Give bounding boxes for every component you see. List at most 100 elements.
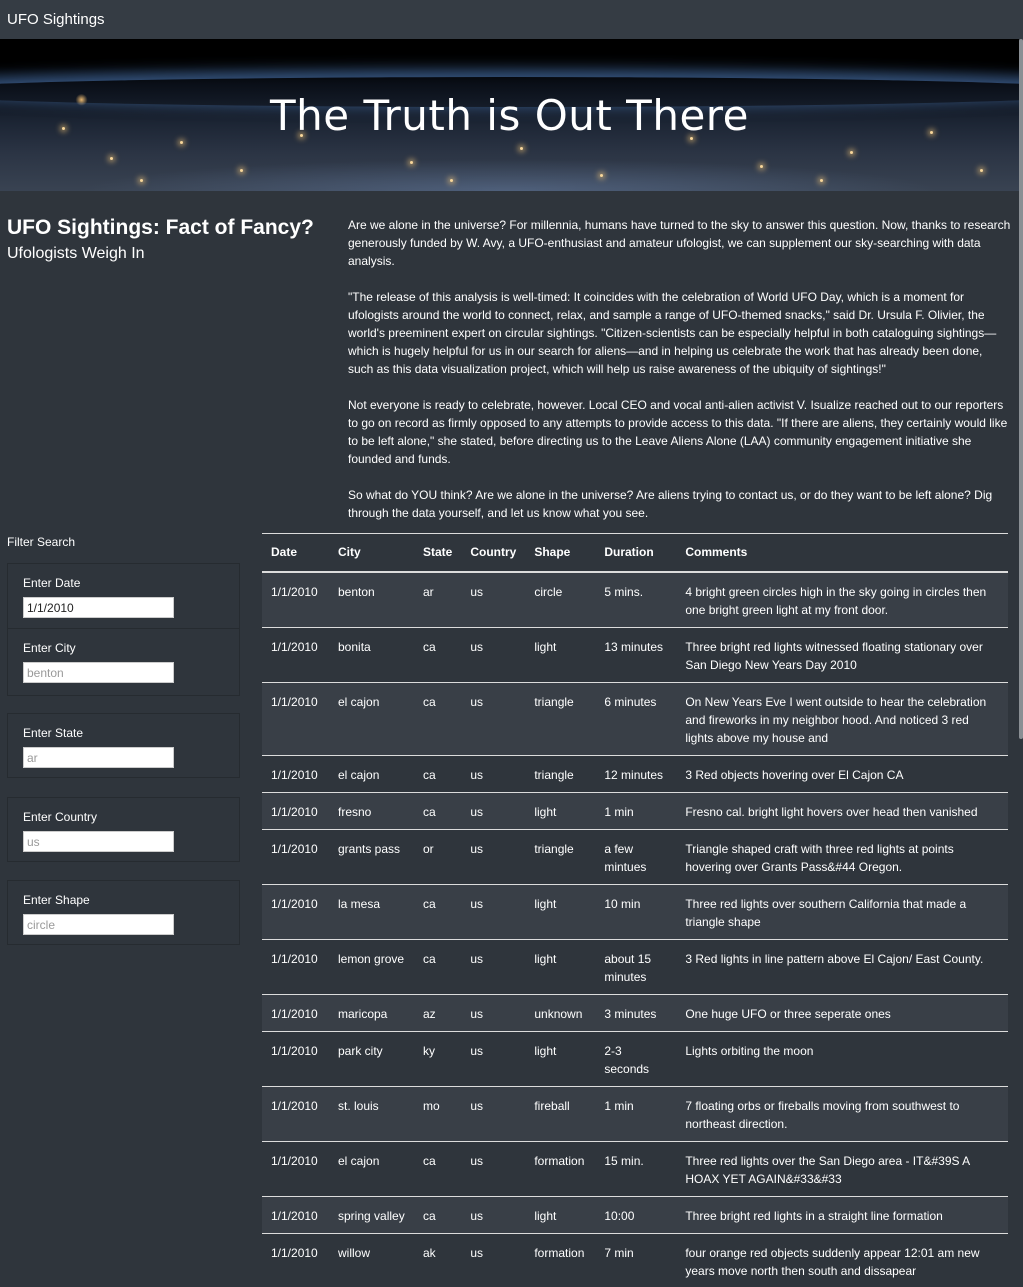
cell-city: park city xyxy=(329,1030,414,1086)
sidebar-heading: UFO Sightings: Fact of Fancy? Ufologists… xyxy=(7,214,327,263)
hero-title: The Truth is Out There xyxy=(270,91,749,140)
cell-shape: light xyxy=(525,791,596,829)
cell-country: us xyxy=(461,754,526,792)
cell-date: 1/1/2010 xyxy=(262,828,329,884)
cell-duration: 15 min. xyxy=(595,1140,677,1196)
cell-country: us xyxy=(461,681,526,755)
cell-date: 1/1/2010 xyxy=(262,571,329,627)
state-filter-input[interactable] xyxy=(23,747,174,768)
shape-filter-input[interactable] xyxy=(23,914,174,935)
cell-comments: Triangle shaped craft with three red lig… xyxy=(676,828,1008,884)
cell-shape: light xyxy=(525,1030,596,1086)
cell-shape: light xyxy=(525,1195,596,1233)
country-filter-label: Enter Country xyxy=(23,810,98,824)
cell-comments: One huge UFO or three seperate ones xyxy=(676,993,1008,1031)
cell-duration: 10 min xyxy=(595,883,677,939)
cell-state: ky xyxy=(414,1030,462,1086)
cell-comments: Three red lights over southern Californi… xyxy=(676,883,1008,939)
cell-country: us xyxy=(461,571,526,627)
cell-country: us xyxy=(461,1085,526,1141)
cell-city: el cajon xyxy=(329,754,414,792)
table-row: 1/1/2010 park city ky us light 2-3 seconds Lig… xyxy=(262,1030,1008,1086)
cell-state: ak xyxy=(414,1232,462,1287)
article-paragraph: Are we alone in the universe? For millen… xyxy=(348,218,1011,268)
cell-city: maricopa xyxy=(329,993,414,1031)
cell-date: 1/1/2010 xyxy=(262,791,329,829)
cell-state: ca xyxy=(414,754,462,792)
filter-group-date-city: Enter Date Enter City xyxy=(7,563,240,696)
article-paragraph: "The release of this analysis is well-ti… xyxy=(348,290,997,376)
cell-shape: triangle xyxy=(525,828,596,884)
cell-state: ca xyxy=(414,681,462,755)
cell-duration: 3 minutes xyxy=(595,993,677,1031)
cell-comments: four orange red objects suddenly appear … xyxy=(676,1232,1008,1287)
table-row: 1/1/2010 el cajon ca us triangle 6 minutes On … xyxy=(262,681,1008,755)
table-row: 1/1/2010 la mesa ca us light 10 min Three red … xyxy=(262,883,1008,939)
cell-comments: 3 Red objects hovering over El Cajon CA xyxy=(676,754,1008,792)
cell-shape: triangle xyxy=(525,681,596,755)
cell-city: el cajon xyxy=(329,1140,414,1196)
cell-duration: 2-3 seconds xyxy=(595,1030,677,1086)
table-row: 1/1/2010 maricopa az us unknown 3 minutes One … xyxy=(262,993,1008,1031)
column-header-city: City xyxy=(329,533,414,573)
cell-comments: Fresno cal. bright light hovers over hea… xyxy=(676,791,1008,829)
cell-comments: 3 Red lights in line pattern above El Ca… xyxy=(676,938,1008,994)
state-filter-label: Enter State xyxy=(23,726,84,740)
cell-date: 1/1/2010 xyxy=(262,1232,329,1287)
cell-duration: a few mintues xyxy=(595,828,677,884)
filter-group-state: Enter State xyxy=(7,713,240,778)
cell-city: la mesa xyxy=(329,883,414,939)
cell-date: 1/1/2010 xyxy=(262,1195,329,1233)
cell-state: or xyxy=(414,828,462,884)
table-row: 1/1/2010 spring valley ca us light 10:00 Three… xyxy=(262,1195,1008,1233)
country-filter-input[interactable] xyxy=(23,831,174,852)
cell-state: mo xyxy=(414,1085,462,1141)
cell-city: fresno xyxy=(329,791,414,829)
table-row: 1/1/2010 benton ar us circle 5 mins. 4 bright … xyxy=(262,571,1008,627)
table-row: 1/1/2010 el cajon ca us formation 15 min. Thre… xyxy=(262,1140,1008,1196)
cell-comments: 7 floating orbs or fireballs moving from… xyxy=(676,1085,1008,1141)
date-filter-input[interactable] xyxy=(23,597,174,618)
cell-duration: 6 minutes xyxy=(595,681,677,755)
cell-date: 1/1/2010 xyxy=(262,938,329,994)
cell-duration: 12 minutes xyxy=(595,754,677,792)
cell-city: bonita xyxy=(329,626,414,682)
cell-duration: 10:00 xyxy=(595,1195,677,1233)
cell-city: el cajon xyxy=(329,681,414,755)
cell-comments: Three bright red lights witnessed floati… xyxy=(676,626,1008,682)
cell-duration: 1 min xyxy=(595,1085,677,1141)
table-row: 1/1/2010 bonita ca us light 13 minutes Three b… xyxy=(262,626,1008,682)
cell-state: ca xyxy=(414,938,462,994)
column-header-date: Date xyxy=(262,533,329,573)
article-paragraph: So what do YOU think? Are we alone in th… xyxy=(348,488,993,520)
cell-shape: light xyxy=(525,938,596,994)
cell-country: us xyxy=(461,883,526,939)
cell-shape: triangle xyxy=(525,754,596,792)
table-header-row: Date City State Country Shape Duration C… xyxy=(262,533,1008,573)
cell-country: us xyxy=(461,791,526,829)
table-row: 1/1/2010 lemon grove ca us light about 15 min… xyxy=(262,938,1008,994)
article-body: Are we alone in the universe? For millen… xyxy=(348,216,1011,540)
city-filter-label: Enter City xyxy=(23,641,76,655)
cell-date: 1/1/2010 xyxy=(262,681,329,755)
cell-comments: 4 bright green circles high in the sky g… xyxy=(676,571,1008,627)
filter-group-country: Enter Country xyxy=(7,797,240,862)
table-row: 1/1/2010 willow ak us formation 7 min four ora… xyxy=(262,1232,1008,1287)
city-filter-input[interactable] xyxy=(23,662,174,683)
cell-comments: Lights orbiting the moon xyxy=(676,1030,1008,1086)
cell-comments: Three red lights over the San Diego area… xyxy=(676,1140,1008,1196)
navbar-brand-link[interactable]: UFO Sightings xyxy=(7,11,105,28)
table-row: 1/1/2010 grants pass or us triangle a few min… xyxy=(262,828,1008,884)
cell-country: us xyxy=(461,938,526,994)
cell-shape: formation xyxy=(525,1232,596,1287)
cell-shape: formation xyxy=(525,1140,596,1196)
page-scrollbar[interactable] xyxy=(1019,39,1023,739)
cell-city: lemon grove xyxy=(329,938,414,994)
cell-duration: 7 min xyxy=(595,1232,677,1287)
cell-date: 1/1/2010 xyxy=(262,1030,329,1086)
cell-city: willow xyxy=(329,1232,414,1287)
cell-comments: On New Years Eve I went outside to hear … xyxy=(676,681,1008,755)
cell-country: us xyxy=(461,626,526,682)
page-title: UFO Sightings: Fact of Fancy? xyxy=(7,216,314,239)
ufo-table-container: Date City State Country Shape Duration C… xyxy=(262,533,1008,1287)
